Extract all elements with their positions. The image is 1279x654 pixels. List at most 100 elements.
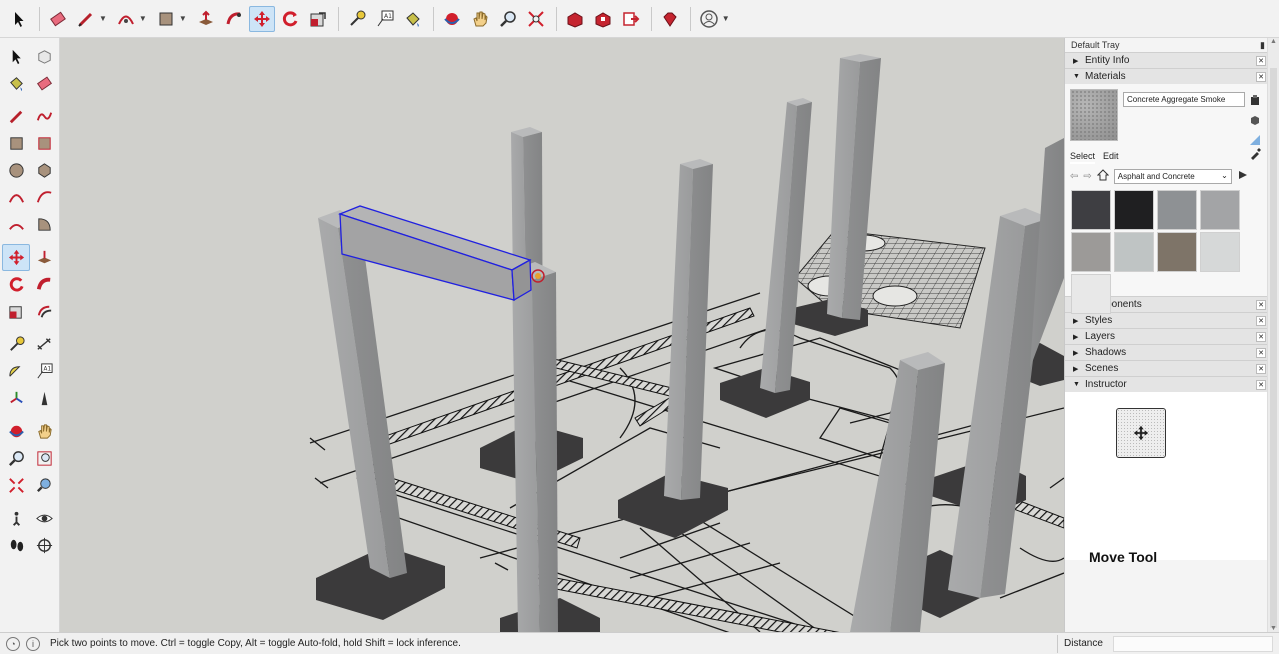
default-material-icon[interactable] bbox=[1249, 114, 1261, 126]
close-icon[interactable]: ✕ bbox=[1256, 71, 1266, 82]
arc-tool-icon[interactable] bbox=[113, 6, 139, 32]
dimension-tool-icon[interactable] bbox=[30, 331, 58, 358]
close-icon[interactable]: ✕ bbox=[1256, 315, 1266, 326]
line-tool-dropdown-icon[interactable]: ▼ bbox=[99, 14, 107, 23]
zoom-window-tool-icon[interactable] bbox=[30, 445, 58, 472]
zoom-tool-icon[interactable] bbox=[495, 6, 521, 32]
paint-bucket-tool-icon[interactable] bbox=[2, 70, 30, 97]
select-tool-icon[interactable] bbox=[6, 6, 32, 32]
move-tool-icon[interactable] bbox=[248, 5, 275, 32]
push-pull-tool-icon[interactable] bbox=[193, 6, 219, 32]
previous-view-icon[interactable] bbox=[30, 472, 58, 499]
drawing-area[interactable] bbox=[60, 38, 1064, 632]
pan-tool-icon[interactable] bbox=[30, 418, 58, 445]
material-swatch[interactable] bbox=[1114, 190, 1154, 230]
send-to-layout-icon[interactable] bbox=[618, 6, 644, 32]
3d-warehouse-icon[interactable] bbox=[562, 6, 588, 32]
select-tool-icon[interactable] bbox=[2, 43, 30, 70]
freehand-tool-icon[interactable] bbox=[30, 103, 58, 130]
two-point-arc-tool-icon[interactable] bbox=[30, 184, 58, 211]
circle-tool-icon[interactable] bbox=[2, 157, 30, 184]
eraser-tool-icon[interactable] bbox=[30, 70, 58, 97]
back-arrow-icon[interactable]: ⇦ bbox=[1070, 171, 1078, 182]
rectangle-tool-icon[interactable] bbox=[153, 6, 179, 32]
paint-bucket-tool-icon[interactable] bbox=[400, 6, 426, 32]
account-dropdown-icon[interactable]: ▼ bbox=[722, 14, 730, 23]
axes-tool-icon[interactable] bbox=[2, 385, 30, 412]
geo-location-icon[interactable]: ◔ bbox=[6, 636, 20, 651]
extension-warehouse-icon[interactable] bbox=[590, 6, 616, 32]
arc-tool-icon[interactable] bbox=[2, 184, 30, 211]
orbit-tool-icon[interactable] bbox=[2, 418, 30, 445]
3d-text-tool-icon[interactable] bbox=[30, 385, 58, 412]
close-icon[interactable]: ✕ bbox=[1256, 347, 1266, 358]
details-arrow-icon[interactable] bbox=[1237, 169, 1249, 184]
panel-layers[interactable]: ▶ Layers ✕ bbox=[1065, 328, 1268, 344]
position-camera-tool-icon[interactable] bbox=[2, 505, 30, 532]
ruby-console-icon[interactable] bbox=[657, 6, 683, 32]
material-swatch[interactable] bbox=[1157, 232, 1197, 272]
scrollbar-thumb[interactable] bbox=[1270, 68, 1277, 628]
material-swatch[interactable] bbox=[1200, 190, 1240, 230]
material-swatch[interactable] bbox=[1071, 274, 1111, 314]
material-name-field[interactable]: Concrete Aggregate Smoke bbox=[1123, 92, 1245, 107]
rectangle-tool-icon[interactable] bbox=[2, 130, 30, 157]
three-point-arc-tool-icon[interactable] bbox=[2, 211, 30, 238]
material-swatch[interactable] bbox=[1200, 232, 1240, 272]
make-component-icon[interactable] bbox=[30, 43, 58, 70]
offset-tool-icon[interactable] bbox=[30, 298, 58, 325]
protractor-tool-icon[interactable] bbox=[2, 358, 30, 385]
polygon-tool-icon[interactable] bbox=[30, 157, 58, 184]
panel-instructor[interactable]: ▼ Instructor ✕ bbox=[1065, 376, 1268, 392]
panel-entity-info[interactable]: ▶ Entity Info ✕ bbox=[1065, 52, 1268, 68]
scale-tool-icon[interactable] bbox=[305, 6, 331, 32]
rectangle-tool-dropdown-icon[interactable]: ▼ bbox=[179, 14, 187, 23]
close-icon[interactable]: ✕ bbox=[1256, 331, 1266, 342]
rotate-tool-icon[interactable] bbox=[2, 271, 30, 298]
scale-tool-icon[interactable] bbox=[2, 298, 30, 325]
follow-me-tool-icon[interactable] bbox=[30, 271, 58, 298]
tray-scrollbar[interactable]: ▲ ▼ bbox=[1267, 38, 1279, 632]
eyedropper-icon[interactable] bbox=[1249, 148, 1261, 163]
line-tool-icon[interactable] bbox=[2, 103, 30, 130]
material-preview-swatch[interactable] bbox=[1070, 89, 1118, 141]
close-icon[interactable]: ✕ bbox=[1256, 363, 1266, 374]
model-canvas[interactable] bbox=[60, 38, 1064, 632]
close-icon[interactable]: ✕ bbox=[1256, 55, 1266, 66]
look-around-tool-icon[interactable] bbox=[30, 505, 58, 532]
line-tool-icon[interactable] bbox=[73, 6, 99, 32]
walk-tool-icon[interactable] bbox=[2, 532, 30, 559]
panel-shadows[interactable]: ▶ Shadows ✕ bbox=[1065, 344, 1268, 360]
measurements-input[interactable] bbox=[1113, 635, 1273, 652]
material-library-select[interactable]: Asphalt and Concrete ⌄ bbox=[1113, 168, 1232, 184]
section-plane-tool-icon[interactable] bbox=[30, 532, 58, 559]
follow-me-tool-icon[interactable] bbox=[221, 6, 247, 32]
text-tool-icon[interactable]: A1 bbox=[30, 358, 58, 385]
create-material-icon[interactable] bbox=[1249, 94, 1261, 106]
info-icon[interactable]: i bbox=[26, 636, 40, 651]
move-tool-icon[interactable] bbox=[2, 244, 30, 271]
zoom-extents-tool-icon[interactable] bbox=[523, 6, 549, 32]
pan-tool-icon[interactable] bbox=[467, 6, 493, 32]
scroll-up-icon[interactable]: ▲ bbox=[1270, 38, 1277, 45]
close-icon[interactable]: ✕ bbox=[1256, 299, 1266, 310]
material-swatch[interactable] bbox=[1071, 232, 1111, 272]
arc-tool-dropdown-icon[interactable]: ▼ bbox=[139, 14, 147, 23]
panel-materials[interactable]: ▼ Materials ✕ bbox=[1065, 68, 1268, 84]
zoom-tool-icon[interactable] bbox=[2, 445, 30, 472]
eraser-tool-icon[interactable] bbox=[45, 6, 71, 32]
pie-tool-icon[interactable] bbox=[30, 211, 58, 238]
tape-measure-tool-icon[interactable] bbox=[2, 331, 30, 358]
rotated-rectangle-tool-icon[interactable] bbox=[30, 130, 58, 157]
tape-measure-tool-icon[interactable] bbox=[344, 6, 370, 32]
zoom-extents-tool-icon[interactable] bbox=[2, 472, 30, 499]
home-icon[interactable] bbox=[1096, 168, 1109, 184]
panel-styles[interactable]: ▶ Styles ✕ bbox=[1065, 312, 1268, 328]
text-tool-icon[interactable]: A1 bbox=[372, 6, 398, 32]
scroll-down-icon[interactable]: ▼ bbox=[1270, 625, 1277, 632]
material-swatch[interactable] bbox=[1157, 190, 1197, 230]
material-swatch[interactable] bbox=[1114, 232, 1154, 272]
close-icon[interactable]: ✕ bbox=[1256, 379, 1266, 390]
sample-paint-icon[interactable] bbox=[1249, 134, 1261, 146]
account-icon[interactable] bbox=[696, 6, 722, 32]
